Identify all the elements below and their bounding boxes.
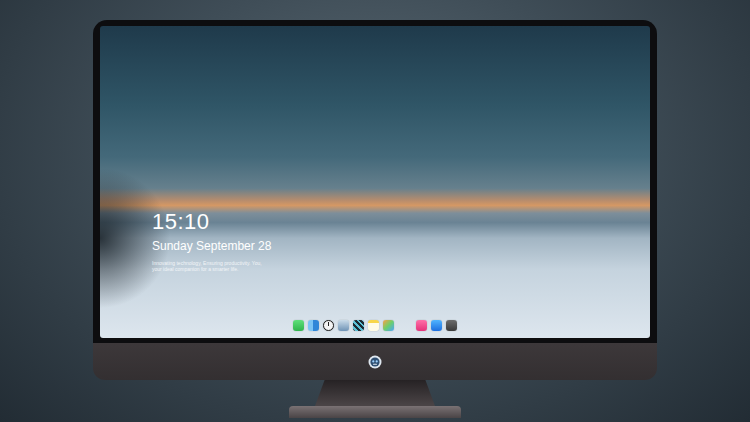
camera-icon[interactable] xyxy=(446,320,457,331)
messages-icon[interactable] xyxy=(293,320,304,331)
notes-icon[interactable] xyxy=(368,320,379,331)
clips-icon[interactable] xyxy=(353,320,364,331)
lock-screen: 15:10 Sunday September 28 Innovating techn… xyxy=(100,26,650,338)
monitor-stand-base xyxy=(289,406,461,418)
page-background: 15:10 Sunday September 28 Innovating techn… xyxy=(0,0,750,422)
clock-icon[interactable] xyxy=(323,320,334,331)
lock-date: Sunday September 28 xyxy=(152,239,650,254)
tagline-line: your ideal companion for a smarter life. xyxy=(152,266,650,272)
lock-tagline: Innovating technology, Ensuring producti… xyxy=(152,260,650,272)
music-icon[interactable] xyxy=(416,320,427,331)
clock-block: 15:10 Sunday September 28 Innovating techn… xyxy=(100,26,650,272)
clock-hand-icon xyxy=(328,322,329,326)
dock xyxy=(100,320,650,338)
monitor-bezel: 15:10 Sunday September 28 Innovating techn… xyxy=(93,20,657,343)
monitor-stand-neck xyxy=(315,380,435,406)
dock-separator xyxy=(398,320,412,331)
monitor-chin xyxy=(93,343,657,380)
lock-time: 15:10 xyxy=(152,209,650,235)
finder-icon[interactable] xyxy=(308,320,319,331)
preview-icon[interactable] xyxy=(338,320,349,331)
monitor: 15:10 Sunday September 28 Innovating techn… xyxy=(93,0,657,422)
tagline-line: Innovating technology, Ensuring producti… xyxy=(152,260,650,266)
brand-logo-icon xyxy=(368,355,382,369)
appstore-icon[interactable] xyxy=(431,320,442,331)
photos-icon[interactable] xyxy=(383,320,394,331)
